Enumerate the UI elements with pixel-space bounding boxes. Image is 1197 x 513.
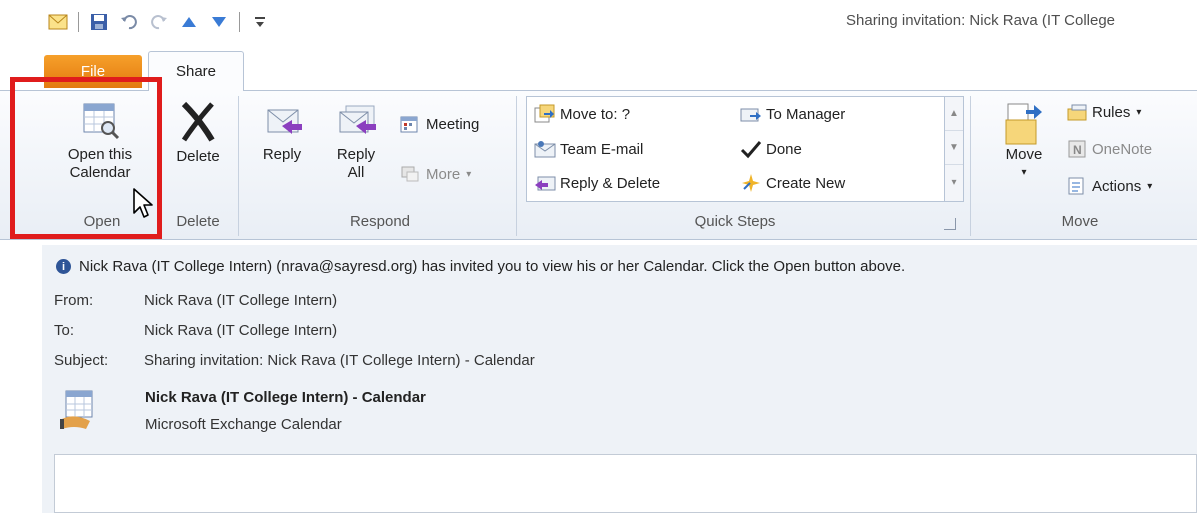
team-email-icon xyxy=(534,139,556,159)
group-label-quick-steps: Quick Steps xyxy=(694,213,776,230)
onenote-icon: N xyxy=(1066,139,1086,159)
onenote-button[interactable]: N OneNote xyxy=(1066,139,1152,159)
move-folder-icon xyxy=(1004,100,1044,145)
move-button[interactable]: Move ▾ xyxy=(996,100,1052,182)
actions-icon xyxy=(1066,176,1086,196)
more-button[interactable]: More ▾ xyxy=(400,164,471,184)
move-dropdown-icon: ▾ xyxy=(1021,167,1027,178)
meeting-label: Meeting xyxy=(426,115,480,133)
quick-step-to-manager[interactable]: To Manager xyxy=(740,104,845,124)
dialog-launcher-icon[interactable] xyxy=(944,218,956,230)
group-label-delete: Delete xyxy=(176,213,220,230)
tab-share[interactable]: Share xyxy=(148,51,244,91)
mouse-pointer-icon xyxy=(132,187,156,224)
subject-label: Subject: xyxy=(54,352,109,369)
actions-button[interactable]: Actions ▾ xyxy=(1066,176,1152,196)
group-separator xyxy=(238,96,239,236)
message-body[interactable] xyxy=(54,454,1197,513)
quick-step-reply-delete[interactable]: Reply & Delete xyxy=(534,173,660,193)
reply-delete-icon xyxy=(534,173,556,193)
attachment-subtitle: Microsoft Exchange Calendar xyxy=(145,416,342,433)
qat-separator xyxy=(78,12,79,32)
qat-separator xyxy=(239,12,240,32)
scroll-up-icon[interactable]: ▲ xyxy=(945,97,963,131)
checkmark-icon xyxy=(740,139,762,159)
reply-all-label-2: All xyxy=(347,164,365,181)
reply-all-label-1: Reply xyxy=(336,146,376,163)
subject-row: Subject: Sharing invitation: Nick Rava (I… xyxy=(54,352,535,369)
svg-text:N: N xyxy=(1073,143,1082,157)
undo-icon[interactable] xyxy=(119,12,139,32)
customize-qat-icon[interactable] xyxy=(250,12,270,32)
delete-label: Delete xyxy=(176,148,220,165)
scroll-down-icon[interactable]: ▼ xyxy=(945,131,963,165)
down-arrow-icon[interactable] xyxy=(209,12,229,32)
reply-all-button[interactable]: Reply All xyxy=(326,100,386,182)
subject-value: Sharing invitation: Nick Rava (IT Colleg… xyxy=(144,352,535,369)
attachment-title[interactable]: Nick Rava (IT College Intern) - Calendar xyxy=(145,389,426,406)
meeting-button[interactable]: Meeting xyxy=(400,114,479,134)
quick-step-move-to-label: Move to: ? xyxy=(560,105,631,123)
info-icon: i xyxy=(56,259,71,274)
to-value[interactable]: Nick Rava (IT College Intern) xyxy=(144,322,337,339)
onenote-label: OneNote xyxy=(1092,140,1153,158)
quick-step-reply-delete-label: Reply & Delete xyxy=(560,174,661,192)
reply-icon xyxy=(262,100,302,140)
quick-step-team-email-label: Team E-mail xyxy=(560,140,644,158)
info-bar: i Nick Rava (IT College Intern) (nrava@s… xyxy=(56,258,905,275)
quick-step-team-email[interactable]: Team E-mail xyxy=(534,139,643,159)
group-label-move: Move xyxy=(1061,213,1099,230)
up-arrow-icon[interactable] xyxy=(179,12,199,32)
actions-label: Actions xyxy=(1092,177,1142,195)
save-icon[interactable] xyxy=(89,12,109,32)
group-label-respond: Respond xyxy=(349,213,411,230)
to-manager-icon xyxy=(740,104,761,124)
quick-access-toolbar xyxy=(48,10,270,34)
rules-button[interactable]: Rules ▾ xyxy=(1066,102,1141,122)
quick-step-done-label: Done xyxy=(766,140,802,158)
move-label: Move xyxy=(1005,146,1043,163)
move-to-folder-icon xyxy=(534,104,555,124)
from-label: From: xyxy=(54,292,94,309)
quick-step-create-new[interactable]: Create New xyxy=(740,173,845,193)
group-separator xyxy=(970,96,971,236)
reply-button[interactable]: Reply xyxy=(252,100,312,164)
meeting-calendar-icon xyxy=(400,114,420,134)
quick-steps-scrollbar[interactable]: ▲ ▼ ▾ xyxy=(944,96,964,202)
delete-x-icon xyxy=(178,100,218,142)
info-text: Nick Rava (IT College Intern) (nrava@say… xyxy=(79,258,906,275)
to-label: To: xyxy=(54,322,75,339)
redo-icon[interactable] xyxy=(149,12,169,32)
quick-step-move-to[interactable]: Move to: ? xyxy=(534,104,630,124)
quick-step-done[interactable]: Done xyxy=(740,139,802,159)
more-icon xyxy=(400,164,420,184)
reply-all-icon xyxy=(336,100,376,140)
quick-step-to-manager-label: To Manager xyxy=(766,105,846,123)
reply-label: Reply xyxy=(262,146,302,163)
rules-icon xyxy=(1066,102,1087,122)
envelope-icon[interactable] xyxy=(48,12,68,32)
window-title: Sharing invitation: Nick Rava (IT Colleg… xyxy=(846,12,1116,29)
shared-calendar-icon[interactable] xyxy=(60,389,96,434)
gallery-expand-icon[interactable]: ▾ xyxy=(945,165,963,199)
rules-dropdown-icon: ▾ xyxy=(1136,106,1142,118)
quick-step-create-new-label: Create New xyxy=(766,174,846,192)
rules-label: Rules xyxy=(1092,103,1131,121)
more-label: More xyxy=(426,165,461,183)
title-bar: Sharing invitation: Nick Rava (IT Colleg… xyxy=(0,0,1197,48)
from-value[interactable]: Nick Rava (IT College Intern) xyxy=(144,292,337,309)
actions-dropdown-icon: ▾ xyxy=(1147,180,1153,192)
create-new-sparkle-icon xyxy=(740,173,760,193)
delete-button[interactable]: Delete xyxy=(164,100,232,166)
group-separator xyxy=(516,96,517,236)
more-dropdown-icon: ▾ xyxy=(466,168,472,180)
from-row: From: Nick Rava (IT College Intern) xyxy=(54,292,337,309)
to-row: To: Nick Rava (IT College Intern) xyxy=(54,322,337,339)
